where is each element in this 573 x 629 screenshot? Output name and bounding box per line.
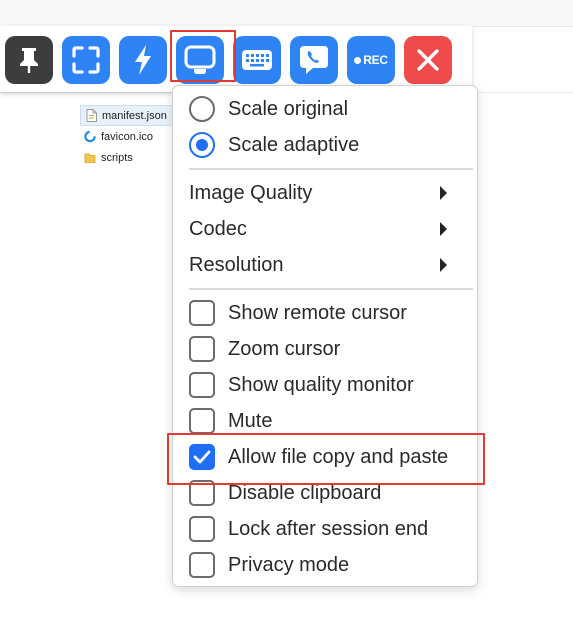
keyboard-button[interactable]: [233, 36, 281, 84]
menu-item-label: Privacy mode: [228, 553, 350, 576]
submenu-arrow-icon: [440, 222, 447, 236]
actions-button[interactable]: [119, 36, 167, 84]
submenu-arrow-icon: [440, 186, 447, 200]
screen: manifest.json favicon.ico scripts REC Sc…: [0, 0, 573, 629]
fullscreen-button[interactable]: [62, 36, 110, 84]
menu-item-label: Zoom cursor: [228, 337, 341, 360]
checkbox-icon: [189, 408, 215, 434]
remote-toolbar: REC: [0, 26, 472, 92]
menu-item-privacy-mode[interactable]: Privacy mode: [173, 547, 477, 583]
fullscreen-icon: [72, 46, 100, 74]
lightning-icon: [135, 45, 151, 75]
keyboard-icon: [242, 50, 272, 70]
menu-item-image-quality[interactable]: Image Quality: [173, 175, 477, 211]
folder-icon: [84, 151, 96, 165]
checkbox-icon: [189, 300, 215, 326]
menu-item-resolution[interactable]: Resolution: [173, 247, 477, 283]
menu-item-label: Resolution: [189, 253, 284, 276]
file-item-scripts[interactable]: scripts: [80, 147, 180, 168]
menu-item-scale-original[interactable]: Scale original: [173, 91, 477, 127]
menu-separator: [189, 168, 473, 170]
menu-item-label: Scale original: [228, 97, 349, 120]
checkbox-icon: [189, 516, 215, 542]
file-item-manifest[interactable]: manifest.json: [80, 105, 180, 126]
record-icon: REC: [354, 53, 388, 67]
radio-icon: [189, 96, 215, 122]
checkbox-icon: [189, 372, 215, 398]
checkbox-icon: [189, 336, 215, 362]
menu-item-scale-adaptive[interactable]: Scale adaptive: [173, 127, 477, 163]
submenu-arrow-icon: [440, 258, 447, 272]
menu-item-label: Show quality monitor: [228, 373, 414, 396]
pin-icon: [20, 48, 38, 73]
json-file-icon: [85, 109, 97, 123]
menu-item-label: Show remote cursor: [228, 301, 407, 324]
file-name: scripts: [101, 151, 133, 164]
menu-item-lock-after-session-end[interactable]: Lock after session end: [173, 511, 477, 547]
menu-item-label: Scale adaptive: [228, 133, 360, 156]
favicon-icon: [84, 130, 96, 144]
file-name: favicon.ico: [101, 130, 153, 143]
menu-item-label: Mute: [228, 409, 273, 432]
close-icon: [417, 49, 439, 71]
menu-item-zoom-cursor[interactable]: Zoom cursor: [173, 331, 477, 367]
menu-item-label: Lock after session end: [228, 517, 429, 540]
checkbox-icon: [189, 552, 215, 578]
display-menu: Scale original Scale adaptive Image Qual…: [172, 85, 478, 587]
pin-button[interactable]: [5, 36, 53, 84]
menu-item-label: Image Quality: [189, 181, 313, 204]
file-explorer: manifest.json favicon.ico scripts: [80, 105, 180, 168]
close-session-button[interactable]: [404, 36, 452, 84]
menu-item-label: Codec: [189, 217, 247, 240]
menu-item-show-remote-cursor[interactable]: Show remote cursor: [173, 295, 477, 331]
radio-selected-icon: [189, 132, 215, 158]
menu-item-show-quality-monitor[interactable]: Show quality monitor: [173, 367, 477, 403]
window-top-strip: [0, 0, 573, 27]
chat-button[interactable]: [290, 36, 338, 84]
file-item-favicon[interactable]: favicon.ico: [80, 126, 180, 147]
allow-copy-paste-highlight: [167, 433, 485, 485]
menu-separator: [189, 288, 473, 290]
menu-item-codec[interactable]: Codec: [173, 211, 477, 247]
chat-phone-icon: [300, 46, 328, 74]
record-label: REC: [363, 53, 388, 67]
record-button[interactable]: REC: [347, 36, 395, 84]
display-button-highlight: [170, 30, 236, 82]
file-name: manifest.json: [102, 109, 167, 122]
